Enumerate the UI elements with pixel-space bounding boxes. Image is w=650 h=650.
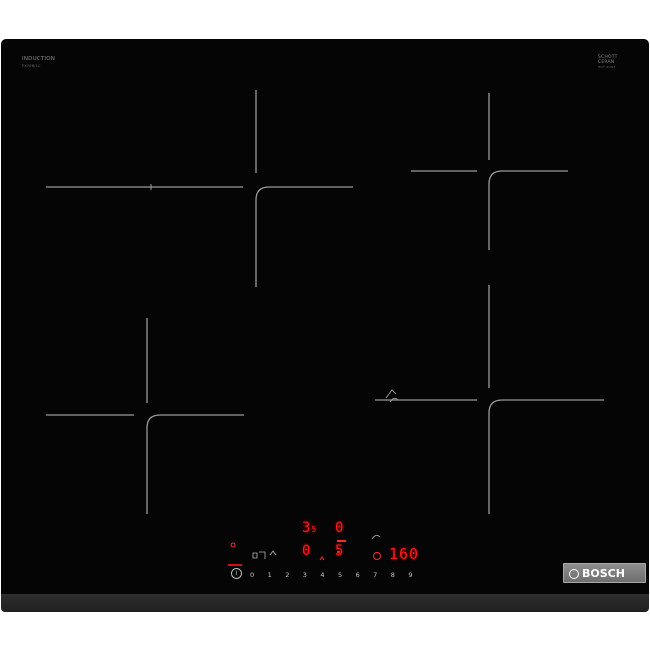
zone-bottom-right-corner xyxy=(488,399,604,514)
wipe-protect-icon xyxy=(252,551,266,559)
pan-icon xyxy=(371,535,381,540)
zone-bottom-left-lines xyxy=(46,318,148,416)
zone-markings xyxy=(46,90,604,561)
timer-icon xyxy=(373,552,381,560)
slider-step-3[interactable]: 3 xyxy=(303,571,321,579)
zone-top-left-corner xyxy=(255,186,353,287)
slider-step-8[interactable]: 8 xyxy=(391,571,409,579)
slider-step-5[interactable]: 5 xyxy=(338,571,356,579)
zone-bottom-right-lines xyxy=(375,285,490,401)
brand-badge: BOSCH xyxy=(563,563,646,583)
slider-step-0[interactable]: 0 xyxy=(250,571,268,579)
boost-icon xyxy=(269,550,277,556)
power-level-slider[interactable]: 0123456789 xyxy=(250,571,426,579)
zone-top-left-bottom xyxy=(46,90,257,188)
slider-step-1[interactable]: 1 xyxy=(268,571,286,579)
slider-step-7[interactable]: 7 xyxy=(373,571,391,579)
zone-bottom-left-corner xyxy=(146,414,244,514)
active-slider-marker xyxy=(228,564,242,566)
slider-step-9[interactable]: 9 xyxy=(408,571,426,579)
power-button[interactable]: I xyxy=(231,568,242,579)
brand-name: BOSCH xyxy=(582,567,625,580)
bosch-logo-icon xyxy=(569,569,579,579)
timer-display: 160 xyxy=(389,545,420,563)
zone-top-left-display: 35 xyxy=(302,521,317,537)
zone-bottom-right-display: 5 xyxy=(335,543,345,559)
zone-select-icon-left xyxy=(319,556,325,561)
zone-top-right-corner xyxy=(488,170,568,250)
slider-step-2[interactable]: 2 xyxy=(285,571,303,579)
zone-top-right-display: 0 xyxy=(335,520,345,536)
zone-top-right-lines xyxy=(411,93,490,172)
zone-top-left-sub: 5 xyxy=(311,525,318,534)
zone-bottom-left-display: 0 xyxy=(302,543,312,559)
red-indicator-a xyxy=(337,540,346,542)
lock-icon xyxy=(230,542,236,548)
slider-step-6[interactable]: 6 xyxy=(356,571,374,579)
slider-step-4[interactable]: 4 xyxy=(320,571,338,579)
